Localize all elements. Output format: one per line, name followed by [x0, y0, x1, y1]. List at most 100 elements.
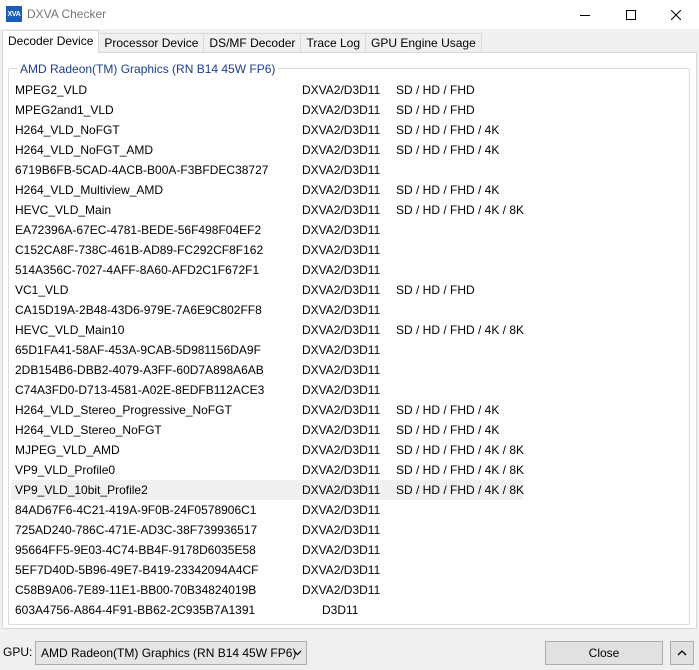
decoder-name: H264_VLD_Stereo_Progressive_NoFGT	[15, 403, 232, 417]
decoder-resolutions: SD / HD / FHD / 4K / 8K	[396, 203, 525, 217]
decoder-row[interactable]: EA72396A-67EC-4781-BEDE-56F498F04EF2 DXVA…	[11, 220, 523, 240]
decoder-name: H264_VLD_NoFGT_AMD	[15, 143, 154, 157]
group-title: AMD Radeon(TM) Graphics (RN B14 45W FP6)	[17, 62, 279, 76]
decoder-api: DXVA2/D3D11	[302, 403, 381, 417]
decoder-row[interactable]: MPEG2_VLD DXVA2/D3D11 SD / HD / FHD	[11, 80, 523, 100]
decoder-row[interactable]: MPEG2and1_VLD DXVA2/D3D11 SD / HD / FHD	[11, 100, 523, 120]
decoder-api: DXVA2/D3D11	[302, 303, 381, 317]
decoder-api: DXVA2/D3D11	[302, 423, 381, 437]
chevron-down-icon	[293, 650, 302, 656]
decoder-api: DXVA2/D3D11	[302, 503, 381, 517]
decoder-name: VC1_VLD	[15, 283, 69, 297]
decoder-name: 5EF7D40D-5B96-49E7-B419-23342094A4CF	[15, 563, 259, 577]
gpu-select[interactable]: AMD Radeon(TM) Graphics (RN B14 45W FP6)	[35, 641, 307, 665]
gpu-select-value: AMD Radeon(TM) Graphics (RN B14 45W FP6)	[41, 646, 297, 660]
decoder-api: DXVA2/D3D11	[302, 543, 381, 557]
decoder-api: DXVA2/D3D11	[302, 263, 381, 277]
decoder-row[interactable]: MJPEG_VLD_AMD DXVA2/D3D11 SD / HD / FHD / …	[11, 440, 525, 460]
decoder-name: CA15D19A-2B48-43D6-979E-7A6E9C802FF8	[15, 303, 262, 317]
decoder-resolutions: SD / HD / FHD	[396, 103, 475, 117]
tab-ds-mf-decoder[interactable]: DS/MF Decoder	[203, 33, 302, 53]
decoder-row[interactable]: 95664FF5-9E03-4C74-BB4F-9178D6035E58 DXVA…	[11, 540, 523, 560]
decoder-name: 2DB154B6-DBB2-4079-A3FF-60D7A898A6AB	[15, 363, 264, 377]
decoder-row[interactable]: H264_VLD_NoFGT_AMD DXVA2/D3D11 SD / HD / F…	[11, 140, 523, 160]
expand-up-button[interactable]	[670, 641, 694, 665]
title-bar: XVA DXVA Checker	[0, 0, 699, 29]
decoder-name: 725AD240-786C-471E-AD3C-38F739936517	[15, 523, 258, 537]
decoder-row[interactable]: C58B9A06-7E89-11E1-BB00-70B34824019B DXVA…	[11, 580, 523, 600]
decoder-api: D3D11	[322, 603, 359, 617]
decoder-api: DXVA2/D3D11	[302, 83, 381, 97]
decoder-api: DXVA2/D3D11	[302, 203, 381, 217]
decoder-name: MPEG2_VLD	[15, 83, 88, 97]
minimize-icon	[580, 14, 590, 16]
decoder-name: H264_VLD_NoFGT	[15, 123, 120, 137]
decoder-name: 603A4756-A864-4F91-BB62-2C935B7A1391	[15, 603, 256, 617]
decoder-api: DXVA2/D3D11	[302, 223, 381, 237]
decoder-row[interactable]: HEVC_VLD_Main DXVA2/D3D11 SD / HD / FHD / …	[11, 200, 525, 220]
decoder-api: DXVA2/D3D11	[302, 463, 381, 477]
decoder-device-panel: AMD Radeon(TM) Graphics (RN B14 45W FP6)…	[2, 52, 697, 629]
decoder-api: DXVA2/D3D11	[302, 363, 381, 377]
decoder-resolutions: SD / HD / FHD / 4K / 8K	[396, 443, 525, 457]
decoder-name: HEVC_VLD_Main	[15, 203, 112, 217]
decoder-api: DXVA2/D3D11	[302, 343, 381, 357]
decoder-row[interactable]: 725AD240-786C-471E-AD3C-38F739936517 DXVA…	[11, 520, 523, 540]
decoder-resolutions: SD / HD / FHD / 4K	[396, 143, 500, 157]
decoder-api: DXVA2/D3D11	[302, 163, 381, 177]
decoder-api: DXVA2/D3D11	[302, 123, 381, 137]
tab-strip: Decoder Device Processor Device DS/MF De…	[2, 30, 482, 53]
tab-decoder-device[interactable]: Decoder Device	[2, 30, 100, 53]
decoder-row[interactable]: 514A356C-7027-4AFF-8A60-AFD2C1F672F1 DXVA…	[11, 260, 523, 280]
decoder-row[interactable]: H264_VLD_NoFGT DXVA2/D3D11 SD / HD / FHD /…	[11, 120, 523, 140]
decoder-row[interactable]: 2DB154B6-DBB2-4079-A3FF-60D7A898A6AB DXVA…	[11, 360, 523, 380]
decoder-name: C74A3FD0-D713-4581-A02E-8EDFB112ACE3	[15, 383, 265, 397]
decoder-row[interactable]: 6719B6FB-5CAD-4ACB-B00A-F3BFDEC38727 DXVA…	[11, 160, 523, 180]
decoder-resolutions: SD / HD / FHD / 4K / 8K	[396, 483, 525, 497]
decoder-row[interactable]: VP9_VLD_10bit_Profile2 DXVA2/D3D11 SD / HD…	[11, 480, 525, 500]
decoder-name: VP9_VLD_Profile0	[15, 463, 116, 477]
maximize-icon	[626, 9, 636, 20]
decoder-row[interactable]: 603A4756-A864-4F91-BB62-2C935B7A1391 D3D1…	[11, 600, 523, 620]
decoder-name: EA72396A-67EC-4781-BEDE-56F498F04EF2	[15, 223, 262, 237]
decoder-name: MPEG2and1_VLD	[15, 103, 114, 117]
decoder-api: DXVA2/D3D11	[302, 443, 381, 457]
tab-processor-device[interactable]: Processor Device	[98, 33, 205, 53]
decoder-api: DXVA2/D3D11	[302, 383, 381, 397]
decoder-name: 95664FF5-9E03-4C74-BB4F-9178D6035E58	[15, 543, 256, 557]
window-close-button[interactable]	[653, 0, 699, 29]
decoder-row[interactable]: VP9_VLD_Profile0 DXVA2/D3D11 SD / HD / FHD…	[11, 460, 524, 480]
decoder-name: MJPEG_VLD_AMD	[15, 443, 120, 457]
decoder-row[interactable]: H264_VLD_Stereo_Progressive_NoFGT DXVA2/D…	[11, 400, 523, 420]
decoder-api: DXVA2/D3D11	[302, 243, 381, 257]
tab-gpu-engine-usage[interactable]: GPU Engine Usage	[365, 33, 482, 53]
decoder-row[interactable]: H264_VLD_Multiview_AMD DXVA2/D3D11 SD / HD…	[11, 180, 523, 200]
decoder-row[interactable]: HEVC_VLD_Main10 DXVA2/D3D11 SD / HD / FHD …	[11, 320, 524, 340]
window-title: DXVA Checker	[27, 7, 107, 21]
chevron-up-icon	[677, 650, 687, 656]
decoder-row[interactable]: 65D1FA41-58AF-453A-9CAB-5D981156DA9F DXVA…	[11, 340, 523, 360]
decoder-resolutions: SD / HD / FHD	[396, 83, 475, 97]
decoder-api: DXVA2/D3D11	[302, 523, 381, 537]
decoder-api: DXVA2/D3D11	[302, 483, 381, 497]
decoder-resolutions: SD / HD / FHD / 4K	[396, 183, 500, 197]
decoder-row[interactable]: VC1_VLD DXVA2/D3D11 SD / HD / FHD	[11, 280, 523, 300]
decoder-row[interactable]: C152CA8F-738C-461B-AD89-FC292CF8F162 DXVA…	[11, 240, 523, 260]
decoder-row[interactable]: 84AD67F6-4C21-419A-9F0B-24F0578906C1 DXVA…	[11, 500, 523, 520]
decoder-api: DXVA2/D3D11	[302, 583, 381, 597]
decoder-name: 6719B6FB-5CAD-4ACB-B00A-F3BFDEC38727	[15, 163, 269, 177]
close-button[interactable]: Close	[545, 641, 663, 665]
decoder-row[interactable]: H264_VLD_Stereo_NoFGT DXVA2/D3D11 SD / HD …	[11, 420, 523, 440]
decoder-row[interactable]: 5EF7D40D-5B96-49E7-B419-23342094A4CF DXVA…	[11, 560, 523, 580]
decoder-row[interactable]: C74A3FD0-D713-4581-A02E-8EDFB112ACE3 DXVA…	[11, 380, 523, 400]
decoder-name: 514A356C-7027-4AFF-8A60-AFD2C1F672F1	[15, 263, 260, 277]
tab-trace-log[interactable]: Trace Log	[300, 33, 367, 53]
maximize-button[interactable]	[608, 0, 654, 29]
minimize-button[interactable]	[562, 0, 608, 29]
close-icon	[671, 9, 681, 20]
decoder-api: DXVA2/D3D11	[302, 183, 381, 197]
decoder-api: DXVA2/D3D11	[302, 103, 381, 117]
decoder-row[interactable]: CA15D19A-2B48-43D6-979E-7A6E9C802FF8 DXVA…	[11, 300, 523, 320]
decoder-api: DXVA2/D3D11	[302, 283, 381, 297]
decoder-resolutions: SD / HD / FHD / 4K	[396, 423, 500, 437]
